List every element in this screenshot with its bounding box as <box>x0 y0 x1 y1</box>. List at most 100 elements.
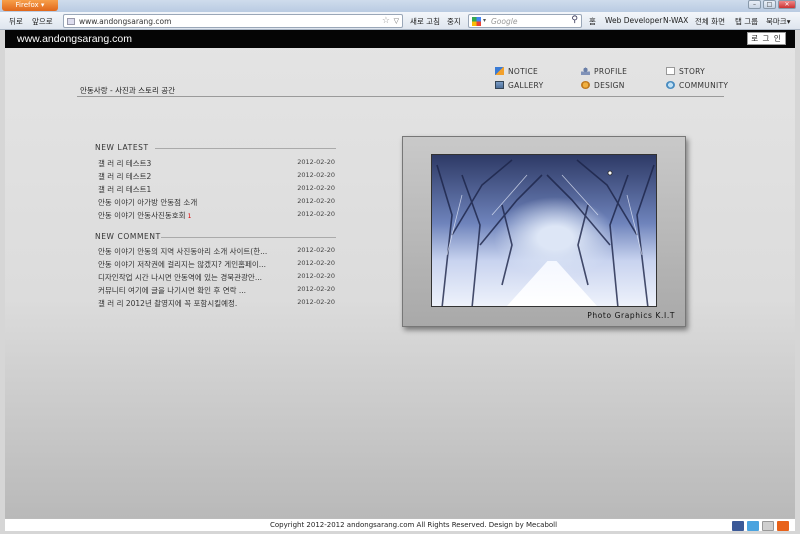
window-controls: – □ ✕ <box>748 0 796 9</box>
comment-count-badge: 1 <box>187 213 192 220</box>
bookmarks-menu-label: 북마크 <box>766 17 787 26</box>
back-button[interactable]: 뒤로 <box>9 16 23 27</box>
photo-caption: Photo Graphics K.I.T <box>587 311 675 320</box>
forward-button[interactable]: 앞으로 <box>32 16 53 27</box>
bookmark-tab-groups[interactable]: 탭 그룹 <box>735 16 758 27</box>
latest-rule <box>155 148 336 149</box>
home-button[interactable]: 홈 <box>589 16 596 27</box>
list-item-date: 2012-02-20 <box>297 197 335 205</box>
list-item-date: 2012-02-20 <box>297 259 335 267</box>
story-icon <box>666 67 675 75</box>
menu-profile[interactable]: PROFILE <box>581 67 627 76</box>
list-item[interactable]: 안동 이야기 안동사진동호회 1 2012-02-20 <box>98 210 335 223</box>
maximize-icon[interactable]: □ <box>763 0 776 9</box>
bookmarks-menu[interactable]: 북마크▾ <box>766 16 790 27</box>
list-item[interactable]: 안동 이야기 아가방 안동점 소개 2012-02-20 <box>98 197 335 210</box>
menu-notice-label: NOTICE <box>508 67 539 76</box>
photo-frame: Photo Graphics K.I.T <box>402 136 686 327</box>
gallery-icon <box>495 81 504 89</box>
site-logo[interactable]: www.andongsarang.com <box>17 33 132 45</box>
reload-button[interactable]: 새로 고침 <box>410 16 440 27</box>
rss-icon[interactable] <box>777 521 789 531</box>
facebook-icon[interactable] <box>732 521 744 531</box>
list-item[interactable]: 갤 러 리 테스트2 2012-02-20 <box>98 171 335 184</box>
menu-community-label: COMMUNITY <box>679 81 729 90</box>
menu-design-label: DESIGN <box>594 81 625 90</box>
list-item-title[interactable]: 갤 러 리 테스트3 <box>98 158 151 169</box>
menu-community[interactable]: COMMUNITY <box>666 81 728 90</box>
list-item-date: 2012-02-20 <box>297 210 335 218</box>
web-page: www.andongsarang.com 로 그 인 안동사랑 - 사진과 스토… <box>5 30 795 518</box>
search-engine-dropdown-icon[interactable]: ▾ <box>483 17 486 24</box>
header-divider <box>77 96 724 97</box>
list-item-date: 2012-02-20 <box>297 246 335 254</box>
community-icon <box>666 81 675 89</box>
list-item[interactable]: 커뮤니티 여기에 글을 나기시면 확인 후 연락 ... 2012-02-20 <box>98 285 335 298</box>
comments-rule <box>161 237 336 238</box>
notice-icon <box>495 67 504 75</box>
url-text[interactable]: www.andongsarang.com <box>79 17 171 26</box>
bookmark-star-icon[interactable]: ☆ <box>382 16 390 26</box>
list-item-title[interactable]: 안동 이야기 저작권에 걸리지는 않겠지? 게인홈페이... <box>98 259 266 270</box>
list-item-date: 2012-02-20 <box>297 298 335 306</box>
featured-photo[interactable] <box>431 154 657 307</box>
list-item-title[interactable]: 갤 러 리 테스트1 <box>98 184 151 195</box>
firefox-menu-label: Firefox <box>15 1 39 9</box>
list-item[interactable]: 안동 이야기 저작권에 걸리지는 않겠지? 게인홈페이... 2012-02-20 <box>98 259 335 272</box>
list-item-title[interactable]: 안동 이야기 아가방 안동점 소개 <box>98 197 197 208</box>
menu-story[interactable]: STORY <box>666 67 705 76</box>
design-icon <box>581 81 590 89</box>
menu-gallery[interactable]: GALLERY <box>495 81 543 90</box>
menu-notice[interactable]: NOTICE <box>495 67 538 76</box>
comments-list: 안동 이야기 안동의 지역 사진동아리 소개 사이트(한... 2012-02-2… <box>98 246 335 311</box>
bookmark-fullscreen[interactable]: 전체 화면 <box>695 16 725 27</box>
list-item-title[interactable]: 갤 러 리 테스트2 <box>98 171 151 182</box>
list-item[interactable]: 갤 러 리 테스트1 2012-02-20 <box>98 184 335 197</box>
list-item-date: 2012-02-20 <box>297 158 335 166</box>
site-favicon <box>67 18 75 25</box>
menu-design[interactable]: DESIGN <box>581 81 625 90</box>
menu-gallery-label: GALLERY <box>508 81 544 90</box>
list-item-date: 2012-02-20 <box>297 184 335 192</box>
history-dropdown-icon[interactable]: ▽ <box>394 17 399 25</box>
twitter-icon[interactable] <box>747 521 759 531</box>
list-item-date: 2012-02-20 <box>297 272 335 280</box>
list-item[interactable]: 안동 이야기 안동의 지역 사진동아리 소개 사이트(한... 2012-02-2… <box>98 246 335 259</box>
address-bar[interactable]: www.andongsarang.com ☆ ▽ <box>63 14 403 28</box>
list-item-title[interactable]: 커뮤니티 여기에 글을 나기시면 확인 후 연락 ... <box>98 285 246 296</box>
site-footer: Copyright 2012-2012 andongsarang.com All… <box>5 518 795 531</box>
bookmark-n-wax[interactable]: N-WAX <box>663 16 688 25</box>
list-item-title[interactable]: 안동 이야기 안동사진동호회 1 <box>98 210 191 221</box>
search-placeholder[interactable]: Google <box>491 17 517 26</box>
list-item[interactable]: 갤 러 리 테스트3 2012-02-20 <box>98 158 335 171</box>
navigation-toolbar: 뒤로 앞으로 www.andongsarang.com ☆ ▽ 새로 고침 중지… <box>0 12 800 30</box>
close-icon[interactable]: ✕ <box>778 0 796 9</box>
list-item-date: 2012-02-20 <box>297 285 335 293</box>
google-icon[interactable] <box>472 17 481 26</box>
profile-icon <box>581 67 590 75</box>
copyright-text: Copyright 2012-2012 andongsarang.com All… <box>270 521 558 529</box>
list-item-title[interactable]: 안동 이야기 안동의 지역 사진동아리 소개 사이트(한... <box>98 246 267 257</box>
list-item[interactable]: 갤 러 리 2012년 촬영지에 꼭 포함시킬예정. 2012-02-20 <box>98 298 335 311</box>
site-subtitle: 안동사랑 - 사진과 스토리 공간 <box>80 86 176 95</box>
list-item-text: 안동 이야기 안동사진동호회 <box>98 211 186 220</box>
stop-button[interactable]: 중지 <box>447 16 461 27</box>
site-topbar: www.andongsarang.com 로 그 인 <box>5 30 795 48</box>
login-button[interactable]: 로 그 인 <box>747 32 786 45</box>
menu-profile-label: PROFILE <box>594 67 628 76</box>
list-item-title[interactable]: 디자인작업 시간 나시면 안동역에 있는 경북관광안... <box>98 272 262 283</box>
list-item[interactable]: 디자인작업 시간 나시면 안동역에 있는 경북관광안... 2012-02-20 <box>98 272 335 285</box>
firefox-menu-button[interactable]: Firefox ▾ <box>2 0 58 11</box>
bookmark-web-developer[interactable]: Web Developer <box>605 16 662 25</box>
window-titlebar: Firefox ▾ – □ ✕ <box>0 0 800 12</box>
latest-title: NEW LATEST <box>95 143 149 152</box>
search-icon[interactable]: ⚲ <box>571 15 578 25</box>
comments-title: NEW COMMENT <box>95 232 161 241</box>
minimize-icon[interactable]: – <box>748 0 761 9</box>
latest-list: 갤 러 리 테스트3 2012-02-20 갤 러 리 테스트2 2012-02-2… <box>98 158 335 223</box>
list-item-title[interactable]: 갤 러 리 2012년 촬영지에 꼭 포함시킬예정. <box>98 298 237 309</box>
menu-story-label: STORY <box>679 67 706 76</box>
list-item-date: 2012-02-20 <box>297 171 335 179</box>
search-box[interactable]: ▾ Google ⚲ <box>468 14 582 28</box>
share-icon[interactable] <box>762 521 774 531</box>
